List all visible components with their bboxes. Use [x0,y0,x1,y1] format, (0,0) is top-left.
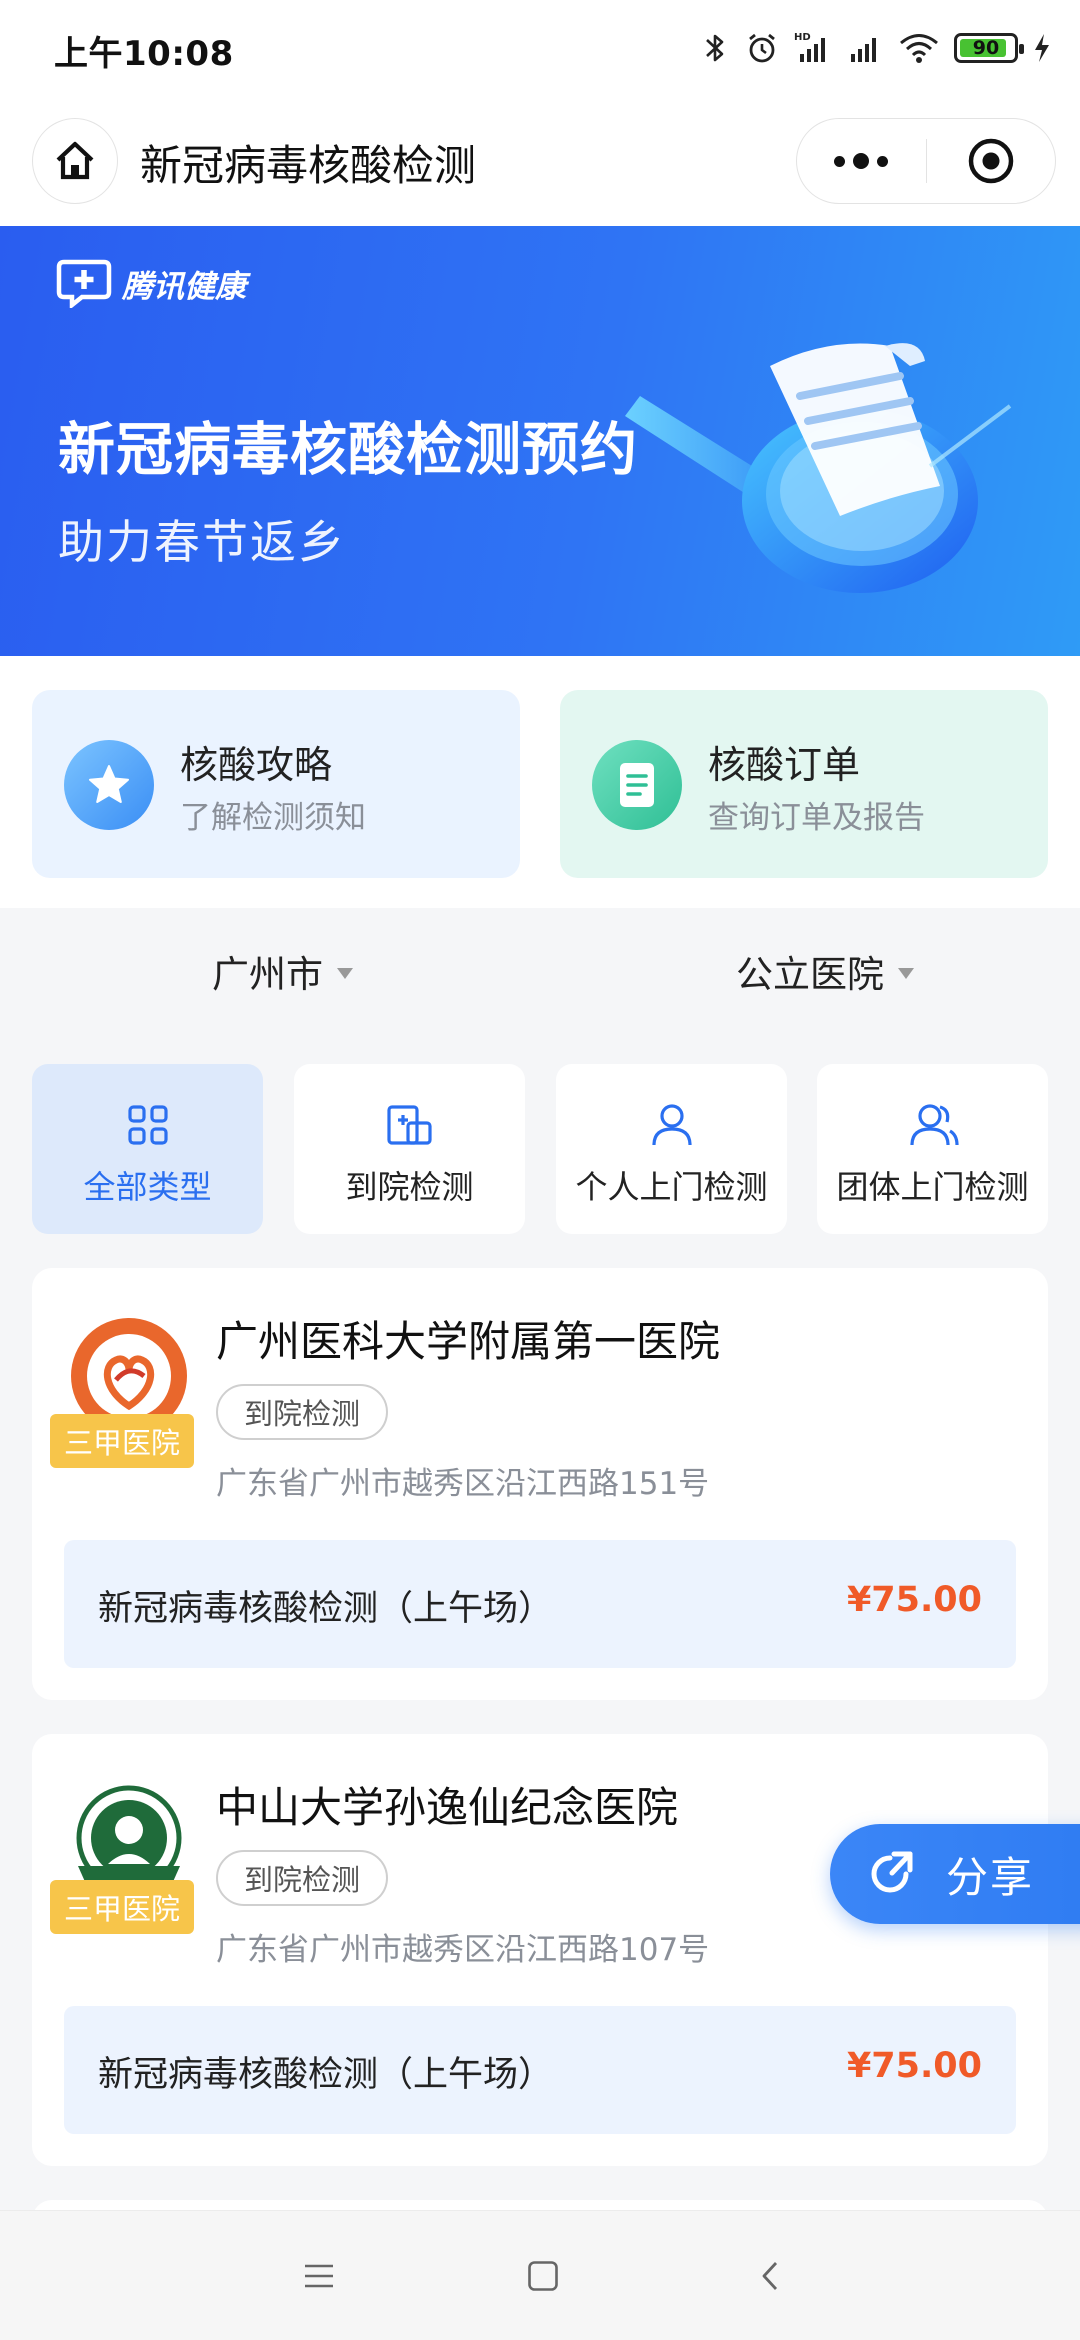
menu-icon [305,2264,333,2288]
hospital-type-filter[interactable]: 公立医院 [736,944,914,998]
wifi-icon [900,34,938,63]
service-type-tag: 到院检测 [216,1384,389,1440]
system-nav-bar [0,2210,1080,2340]
more-dot-icon [853,153,870,169]
more-dot-icon [877,155,889,167]
tab-all-types[interactable]: 全部类型 [32,1064,263,1234]
tab-label: 全部类型 [83,1168,212,1206]
menu-nav-button[interactable] [294,2251,344,2301]
health-cross-icon [56,259,112,308]
hospital-card[interactable]: 三甲医院 中山大学孙逸仙纪念医院 到院检测 广东省广州市越秀区沿江西路107号 … [32,1734,1048,2166]
hospital-type-filter-label: 公立医院 [736,953,884,996]
tab-label: 到院检测 [345,1168,474,1206]
group-icon [909,1104,959,1146]
hospital-card[interactable]: 三甲医院 广州医科大学附属第一医院 到院检测 广东省广州市越秀区沿江西路151号… [32,1268,1048,1700]
caret-down-icon [898,967,914,979]
status-time: 上午10:08 [54,34,234,74]
brand-name: 腾讯健康 [122,268,246,305]
orders-card-subtitle: 查询订单及报告 [708,800,925,836]
tab-in-hospital[interactable]: 到院检测 [294,1064,525,1234]
back-nav-button[interactable] [746,2251,796,2301]
home-nav-button[interactable] [518,2251,568,2301]
service-type-tag: 到院检测 [216,1850,389,1906]
tab-label: 团体上门检测 [836,1168,1029,1206]
banner-title: 新冠病毒核酸检测预约 [58,417,638,483]
share-label: 分享 [946,1852,1035,1902]
hd-signal-icon: HD [794,32,825,62]
service-name: 新冠病毒核酸检测（上午场） [98,2055,554,2095]
guide-card-subtitle: 了解检测须知 [180,800,366,836]
caret-down-icon [337,967,353,979]
more-dot-icon [834,155,846,167]
grade-badge: 三甲医院 [50,1880,194,1934]
service-name: 新冠病毒核酸检测（上午场） [98,1589,554,1629]
app-header: 新冠病毒核酸检测 [0,96,1080,226]
hero-banner: 腾讯健康 新冠病毒核酸检测预约 助力春节返乡 [0,226,1080,656]
city-filter[interactable]: 广州市 [212,944,353,998]
banner-subtitle: 助力春节返乡 [58,515,346,569]
orders-card-title: 核酸订单 [708,743,861,787]
status-bar: 上午10:08 HD 90 [0,0,1080,96]
tab-personal-home[interactable]: 个人上门检测 [556,1064,787,1234]
city-filter-label: 广州市 [212,953,323,996]
grade-badge: 三甲医院 [50,1414,194,1468]
person-icon [651,1104,692,1146]
brand-logo: 腾讯健康 [56,258,246,308]
service-item[interactable]: 新冠病毒核酸检测（上午场） ¥75.00 [64,2006,1016,2134]
back-chevron-icon [762,2262,778,2290]
hospital-icon [386,1105,432,1145]
home-button[interactable] [32,118,118,204]
target-close-icon [968,138,1013,184]
page-title: 新冠病毒核酸检测 [140,141,477,190]
status-icons: HD 90 [700,26,1052,70]
share-button[interactable]: 分享 [830,1824,1080,1924]
signal-icon [851,38,876,62]
battery-icon: 90 [954,33,1024,63]
charging-icon [1035,34,1049,62]
svg-text:HD: HD [794,32,811,43]
more-button[interactable] [797,119,926,203]
document-icon [620,763,654,807]
share-icon [871,1851,913,1893]
quick-links: 核酸攻略 了解检测须知 核酸订单 查询订单及报告 [0,656,1080,908]
service-price: ¥75.00 [846,1580,982,1620]
square-icon [528,2261,558,2291]
service-item[interactable]: 新冠病毒核酸检测（上午场） ¥75.00 [64,1540,1016,1668]
hospital-name: 中山大学孙逸仙纪念医院 [216,1783,679,1832]
hospital-name: 广州医科大学附属第一医院 [216,1317,721,1366]
magnifier-report-illustration [625,343,1012,593]
hospital-address: 广东省广州市越秀区沿江西路151号 [216,1466,710,1502]
alarm-icon [749,33,775,63]
hospital-address: 广东省广州市越秀区沿江西路107号 [216,1932,710,1968]
service-price: ¥75.00 [846,2046,982,2086]
grid-icon [127,1105,168,1145]
tab-group-home[interactable]: 团体上门检测 [817,1064,1048,1234]
home-icon [56,141,94,180]
capsule-menu [796,118,1056,204]
close-button[interactable] [926,119,1055,203]
tab-label: 个人上门检测 [575,1168,768,1206]
battery-level: 90 [972,37,1000,59]
guide-card-title: 核酸攻略 [180,743,333,787]
star-icon [89,765,129,803]
orders-card[interactable]: 核酸订单 查询订单及报告 [560,690,1048,878]
guide-card[interactable]: 核酸攻略 了解检测须知 [32,690,520,878]
bluetooth-icon [706,34,724,62]
